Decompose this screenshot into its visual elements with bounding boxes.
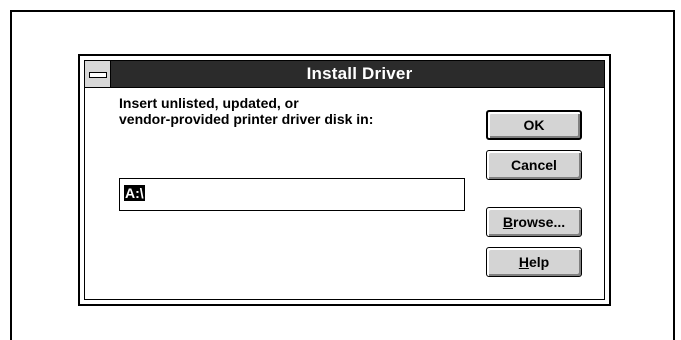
prompt-text: Insert unlisted, updated, or vendor-prov… bbox=[119, 95, 479, 127]
browse-mnemonic: B bbox=[502, 214, 513, 230]
system-menu-icon[interactable] bbox=[85, 61, 111, 87]
system-menu-bar-icon bbox=[89, 72, 107, 78]
prompt-line-1: Insert unlisted, updated, or bbox=[119, 95, 299, 111]
driver-path-value: A:\ bbox=[124, 185, 145, 201]
browse-label: rowse... bbox=[512, 214, 566, 230]
help-mnemonic: H bbox=[518, 254, 529, 270]
prompt-line-2: vendor-provided printer driver disk in: bbox=[119, 111, 374, 127]
cancel-button[interactable]: Cancel bbox=[486, 150, 582, 180]
driver-path-input[interactable]: A:\ bbox=[119, 178, 465, 211]
help-label: elp bbox=[528, 254, 550, 270]
title-bar: Install Driver bbox=[85, 61, 604, 88]
ok-button[interactable]: OK bbox=[486, 110, 582, 140]
dialog-body: Install Driver Insert unlisted, updated,… bbox=[84, 60, 605, 300]
help-button[interactable]: Help bbox=[486, 247, 582, 277]
dialog-title: Install Driver bbox=[306, 64, 413, 83]
browse-button[interactable]: Browse... bbox=[486, 207, 582, 237]
install-driver-dialog: Install Driver Insert unlisted, updated,… bbox=[78, 54, 611, 306]
